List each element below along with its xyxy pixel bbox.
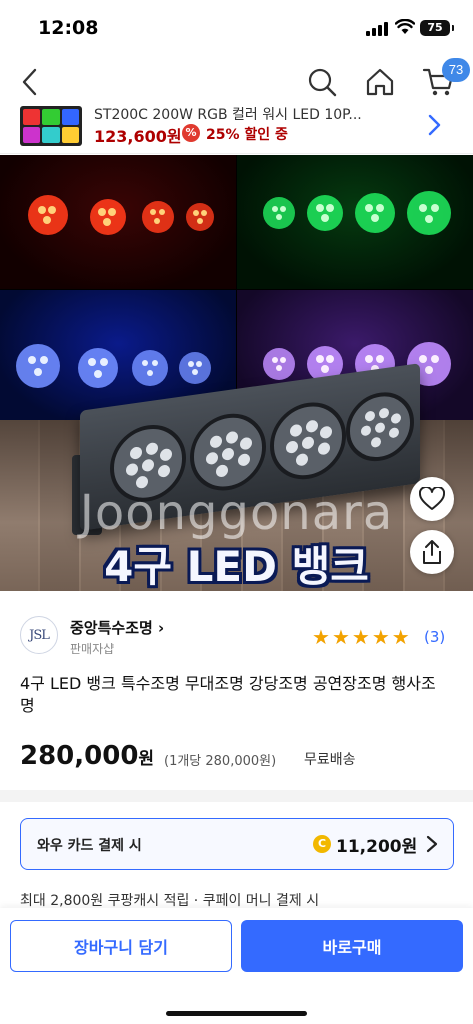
recommended-product-thumbnail bbox=[20, 106, 82, 146]
price-currency: 원 bbox=[138, 749, 155, 769]
product-price: 280,000원 bbox=[20, 741, 154, 771]
coin-icon: C bbox=[313, 835, 331, 853]
seller-shop-label: 판매자샵 bbox=[70, 642, 115, 656]
buy-now-button[interactable]: 바로구매 bbox=[241, 920, 463, 972]
product-image[interactable]: Joonggonara 4구 LED 뱅크 bbox=[0, 155, 473, 591]
card-payment-offer[interactable]: 와우 카드 결제 시 C 11,200원 bbox=[20, 818, 454, 870]
cart-count-badge: 73 bbox=[442, 58, 470, 82]
star-icon: ★ bbox=[371, 625, 390, 649]
share-icon bbox=[423, 540, 441, 564]
wifi-icon bbox=[395, 19, 415, 34]
cellular-signal-icon bbox=[366, 22, 388, 36]
rating-stars[interactable]: ★ ★ ★ ★ ★ bbox=[312, 627, 410, 647]
home-indicator bbox=[166, 1011, 307, 1016]
home-button[interactable] bbox=[362, 64, 398, 100]
star-icon: ★ bbox=[391, 625, 410, 649]
recommended-product-title: ST200C 200W RGB 컬러 워시 LED 10P... bbox=[94, 107, 362, 120]
shipping-info: 무료배송 bbox=[304, 752, 356, 768]
recommended-product-discount: 25% 할인 중 bbox=[206, 127, 288, 143]
home-icon bbox=[366, 68, 394, 96]
recommended-product-strip[interactable]: ST200C 200W RGB 컬러 워시 LED 10P... 123,600… bbox=[0, 106, 473, 154]
price-amount: 280,000 bbox=[20, 741, 139, 771]
product-title: 4구 LED 뱅크 특수조명 무대조명 강당조명 공연장조명 행사조명 bbox=[20, 674, 436, 715]
card-offer-amount: 11,200원 bbox=[336, 837, 418, 857]
search-icon bbox=[308, 68, 337, 97]
seller-logo-text: JSL bbox=[29, 627, 50, 643]
add-to-cart-button[interactable]: 장바구니 담기 bbox=[10, 920, 232, 972]
chevron-right-icon: › bbox=[158, 619, 165, 637]
wishlist-button[interactable] bbox=[410, 477, 454, 521]
cash-reward-note: 최대 2,800원 쿠팡캐시 적립 · 쿠페이 머니 결제 시 bbox=[20, 893, 320, 909]
seller-name-link[interactable]: 중앙특수조명 › bbox=[70, 617, 164, 638]
seller-logo[interactable]: JSL bbox=[20, 616, 58, 654]
green-light-panel bbox=[237, 155, 473, 289]
chevron-right-icon bbox=[426, 835, 438, 853]
star-icon: ★ bbox=[312, 625, 330, 649]
status-bar: 12:08 75 bbox=[0, 0, 473, 58]
section-divider bbox=[0, 790, 473, 802]
back-button[interactable] bbox=[12, 64, 48, 100]
seller-name: 중앙특수조명 bbox=[70, 619, 153, 637]
top-navigation: 73 bbox=[0, 58, 473, 108]
red-light-panel bbox=[0, 155, 236, 289]
star-icon: ★ bbox=[351, 625, 370, 649]
heart-icon bbox=[419, 487, 445, 510]
chevron-right-icon[interactable] bbox=[422, 110, 446, 140]
bottom-action-bar: 장바구니 담기 바로구매 bbox=[0, 908, 473, 1024]
unit-price: (1개당 280,000원) bbox=[164, 754, 277, 769]
search-button[interactable] bbox=[304, 64, 340, 100]
status-time: 12:08 bbox=[38, 17, 99, 39]
share-button[interactable] bbox=[410, 530, 454, 574]
hero-caption: 4구 LED 뱅크 bbox=[104, 542, 369, 591]
card-offer-label: 와우 카드 결제 시 bbox=[37, 838, 142, 854]
discount-percent-icon: % bbox=[182, 124, 200, 142]
chevron-left-icon bbox=[22, 68, 37, 96]
recommended-product-price: 123,600원 bbox=[94, 127, 182, 146]
battery-icon: 75 bbox=[420, 20, 454, 36]
star-icon: ★ bbox=[331, 625, 350, 649]
review-count-link[interactable]: (3) bbox=[424, 628, 445, 646]
